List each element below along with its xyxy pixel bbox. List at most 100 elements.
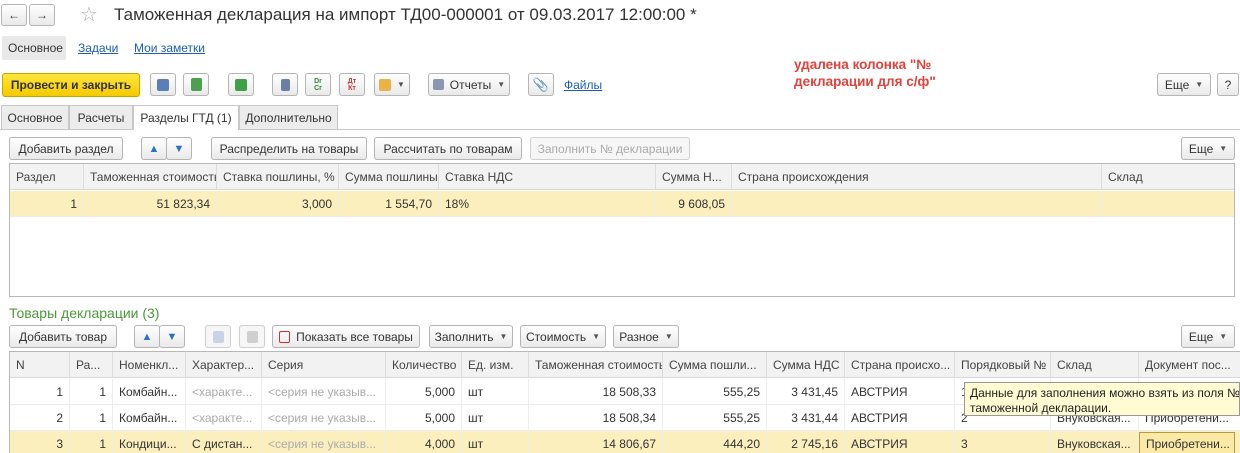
column-header[interactable]: N (10, 352, 70, 378)
files-link[interactable]: Файлы (564, 78, 602, 92)
tab-gtd-sections[interactable]: Разделы ГТД (1) (133, 105, 239, 130)
tab-additional[interactable]: Дополнительно (239, 105, 338, 129)
chevron-down-icon: ▼ (397, 80, 405, 89)
column-header[interactable]: Серия (262, 352, 386, 378)
move-down-button[interactable]: ▼ (166, 137, 192, 160)
column-header[interactable]: Порядковый № (955, 352, 1051, 378)
cell-characteristic: <характе... (186, 379, 262, 405)
column-header[interactable]: Характер... (186, 352, 262, 378)
column-header[interactable]: Таможенная стоимость (84, 164, 217, 190)
paperclip-icon: 📎 (532, 76, 550, 92)
print-menu-button[interactable]: ▼ (374, 73, 410, 96)
dt-kt-report-button[interactable]: Dr Cr (305, 73, 331, 96)
reports-button[interactable]: Отчеты ▼ (428, 73, 510, 96)
column-header[interactable]: Таможенная стоимость (529, 352, 663, 378)
cell-qty: 5,000 (386, 379, 462, 405)
field-tooltip: Данные для заполнения можно взять из пол… (964, 382, 1240, 416)
add-section-button[interactable]: Добавить раздел (9, 137, 123, 160)
help-button[interactable]: ? (1217, 73, 1239, 96)
cost-button[interactable]: Стоимость ▼ (520, 325, 606, 348)
post-and-close-button[interactable]: Провести и закрыть (2, 73, 140, 97)
column-header[interactable]: Сумма Н... (656, 164, 732, 190)
tab-calculations[interactable]: Расчеты (69, 105, 133, 129)
goods-move-up-button[interactable]: ▲ (134, 325, 160, 348)
tab-gtd-sections-label: Разделы ГТД (1) (140, 111, 232, 125)
column-header[interactable]: Количество (386, 352, 462, 378)
post-button[interactable] (183, 73, 209, 96)
report-icon (432, 79, 444, 90)
column-header[interactable]: Сумма НДС (767, 352, 845, 378)
column-header[interactable]: Страна происхождения (732, 164, 1102, 190)
column-header[interactable]: Ед. изм. (462, 352, 529, 378)
misc-button[interactable]: Разное ▼ (613, 325, 679, 348)
back-button[interactable]: ← (1, 4, 27, 26)
paste-icon (246, 330, 258, 343)
calculate-by-goods-button[interactable]: Рассчитать по товарам (374, 137, 522, 160)
cell-section: 1 (70, 431, 113, 453)
chevron-down-icon: ▼ (1219, 332, 1228, 341)
cell-item: Комбайн... (113, 379, 186, 405)
fill-declaration-number-button[interactable]: Заполнить № декларации (530, 137, 690, 160)
cell-qty: 5,000 (386, 405, 462, 431)
show-all-goods-button[interactable]: Показать все товары (272, 325, 420, 348)
column-header[interactable]: Документ пос... (1139, 352, 1240, 378)
cell-document[interactable]: Приобретени... (1139, 432, 1235, 453)
cost-label: Стоимость (526, 329, 587, 344)
attach-button[interactable]: 📎 (528, 73, 554, 96)
column-header[interactable]: Ставка пошлины, % (217, 164, 339, 190)
move-up-button[interactable]: ▲ (141, 137, 167, 160)
nav-notes-link[interactable]: Мои заметки (134, 41, 205, 55)
list-button[interactable] (272, 73, 298, 96)
sections-more-button[interactable]: Еще ▼ (1181, 137, 1235, 160)
star-icon[interactable]: ☆ (80, 2, 98, 27)
cell-qty: 4,000 (386, 431, 462, 453)
goods-move-down-button[interactable]: ▼ (159, 325, 185, 348)
column-header[interactable]: Номенкл... (113, 352, 186, 378)
forward-button[interactable]: → (29, 4, 55, 26)
floppy-disk-icon (157, 78, 169, 91)
tooltip-line-1: Данные для заполнения можно взять из пол… (970, 386, 1240, 400)
fill-declaration-label: Заполнить № декларации (537, 141, 683, 156)
table-row[interactable]: 1 51 823,34 3,000 1 554,70 18% 9 608,05 (10, 191, 1234, 217)
column-header[interactable]: Сумма пошли... (663, 352, 767, 378)
cell-customs: 18 508,33 (529, 379, 663, 405)
cell-unit: шт (462, 431, 529, 453)
cell-item: Комбайн... (113, 405, 186, 431)
tab-main[interactable]: Основное (1, 105, 69, 129)
accounting-entries-button[interactable]: Дт Кт (339, 73, 365, 96)
cell-vat-sum: 9 608,05 (656, 191, 732, 217)
chevron-down-icon: ▼ (1219, 144, 1228, 153)
column-header[interactable]: Ставка НДС (439, 164, 656, 190)
paste-row-button[interactable] (239, 325, 265, 348)
cell-unit: шт (462, 379, 529, 405)
annotation-note: удалена колонка "№ декларации для с/ф" (794, 56, 936, 90)
create-based-on-button[interactable] (228, 73, 254, 96)
fill-button[interactable]: Заполнить ▼ (429, 325, 513, 348)
post-document-icon (190, 78, 202, 91)
column-header[interactable]: Раздел (10, 164, 84, 190)
cell-series: <серия не указыв... (262, 379, 386, 405)
save-button[interactable] (150, 73, 176, 96)
arrow-up-icon: ▲ (148, 142, 160, 155)
more-button[interactable]: Еще ▼ (1157, 73, 1211, 96)
copy-row-button[interactable] (205, 325, 231, 348)
goods-more-button[interactable]: Еще ▼ (1181, 325, 1235, 348)
nav-main[interactable]: Основное (2, 36, 66, 60)
cell-n: 1 (10, 379, 70, 405)
sections-table: Раздел Таможенная стоимость Ставка пошли… (9, 163, 1235, 297)
nav-tasks-link[interactable]: Задачи (78, 41, 118, 55)
cell-duty-sum: 1 554,70 (339, 191, 439, 217)
column-header[interactable]: Склад (1051, 352, 1139, 378)
column-header[interactable]: Склад (1102, 164, 1234, 190)
table-row[interactable]: 3 1 Кондици... С дистан... <серия не ука… (10, 431, 1240, 453)
column-header[interactable]: Ра... (70, 352, 113, 378)
column-header[interactable]: Страна происхо... (845, 352, 955, 378)
column-header[interactable]: Сумма пошлины (339, 164, 439, 190)
chevron-down-icon: ▼ (497, 80, 506, 89)
add-goods-button[interactable]: Добавить товар (9, 325, 117, 348)
add-section-label: Добавить раздел (18, 141, 114, 156)
cell-characteristic: С дистан... (186, 431, 262, 453)
more-label: Еще (1164, 77, 1190, 92)
tab-main-label: Основное (7, 110, 63, 125)
distribute-to-goods-button[interactable]: Распределить на товары (211, 137, 367, 160)
